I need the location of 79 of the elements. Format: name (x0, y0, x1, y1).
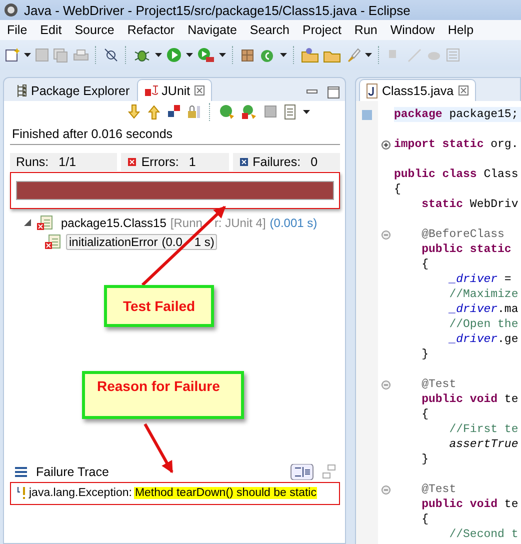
view-tab[interactable]: JUnit (136, 79, 212, 101)
code-line: public void te (420, 392, 518, 407)
window-title: Java - WebDriver - Project15/src/package15/Class15.java - Eclipse (24, 2, 410, 18)
code-line: //First te (448, 422, 518, 437)
menu-item[interactable]: Run (349, 23, 386, 37)
editor-tab[interactable]: Class15.java (359, 79, 476, 101)
previous-failure-icon[interactable] (147, 104, 161, 120)
stack-icon (14, 464, 28, 480)
counter-label: Runs: (16, 155, 49, 169)
code-line: { (394, 182, 401, 197)
code-line: import static org. (394, 137, 518, 152)
arrow (144, 423, 174, 474)
java-file-icon (366, 82, 378, 98)
code-line: { (420, 257, 429, 272)
code-line: @Test (420, 377, 456, 392)
code-line: @BeforeClass (420, 227, 504, 242)
new-package-icon[interactable] (240, 47, 256, 63)
close-icon[interactable] (458, 82, 469, 98)
tree-item[interactable]: package15.Class15 [Runn r: JUnit 4] (0.001 s) (58, 214, 320, 230)
code-line: @Test (420, 482, 456, 497)
code-line: public void te (420, 497, 518, 512)
menu-item[interactable]: Navigate (182, 23, 245, 37)
skip-breakpoints-icon[interactable] (103, 47, 119, 63)
counter-label: Failures: (252, 155, 301, 169)
view-tab[interactable]: Package Explorer (8, 79, 137, 101)
eclipse-gear-icon (3, 2, 19, 18)
callout-note: Test Failed (104, 285, 214, 327)
failures-only-icon[interactable] (167, 104, 181, 120)
exception-message: Method tearDown() should be static (134, 487, 318, 499)
counter-value: 1 (188, 155, 196, 169)
menu-item[interactable]: Refactor (122, 23, 183, 37)
status-text: Finished after 0.016 seconds (10, 123, 340, 145)
stop-icon[interactable] (263, 104, 277, 120)
test-error-icon (36, 214, 54, 230)
code-line: package package15; (394, 107, 518, 122)
menu-item[interactable]: Project (298, 23, 350, 37)
code-line: } (420, 347, 429, 362)
filter-trace-icon[interactable] (290, 464, 314, 480)
menu-item[interactable]: Window (385, 23, 443, 37)
code-line: public class Class (394, 167, 518, 182)
menu-item[interactable]: Help (442, 23, 482, 37)
code-line: //Maximize (448, 287, 518, 302)
package-icon (15, 82, 27, 98)
open-folder-icon[interactable] (301, 47, 319, 63)
new-file-icon[interactable] (4, 47, 20, 63)
junit-icon (144, 82, 158, 98)
code-line: { (420, 407, 429, 422)
run-external-icon[interactable] (197, 47, 215, 63)
history-icon[interactable] (283, 104, 297, 120)
counter-value: 1/1 (58, 155, 76, 169)
counter-value: 0 (310, 155, 318, 169)
code-line: static WebDriv (420, 197, 518, 212)
compare-icon[interactable] (322, 464, 336, 480)
code-line: assertTrue (448, 437, 518, 452)
code-line: //Open the (448, 317, 518, 332)
code-line: _driver = (448, 272, 512, 287)
menu-item[interactable]: File (2, 23, 36, 37)
code-line: public static (420, 242, 512, 257)
scroll-lock-icon[interactable] (187, 104, 201, 120)
exception-icon (17, 485, 27, 501)
maximize-icon[interactable] (327, 85, 341, 101)
failure-trace-title: Failure Trace (36, 465, 110, 479)
exception-text: java.lang.Exception: (29, 487, 132, 499)
code-line: { (420, 512, 429, 527)
code-line: _driver.ma (448, 302, 518, 317)
counter-label: Errors: (141, 155, 179, 169)
next-failure-icon[interactable] (127, 104, 141, 120)
close-icon[interactable] (194, 82, 206, 98)
code-line: } (420, 452, 429, 467)
code-line: _driver.ge (448, 332, 518, 347)
test-error-icon (44, 234, 62, 250)
rerun-icon[interactable] (219, 104, 235, 120)
callout-note: Reason for Failure (82, 371, 244, 419)
tree-item[interactable]: initializationError (0.0 1 s) (66, 234, 218, 250)
menu-item[interactable]: Source (70, 23, 122, 37)
menu-item[interactable]: Edit (35, 23, 70, 37)
menu-item[interactable]: Search (244, 23, 298, 37)
rerun-failed-icon[interactable] (241, 104, 257, 120)
code-line: //Second t (448, 527, 518, 542)
